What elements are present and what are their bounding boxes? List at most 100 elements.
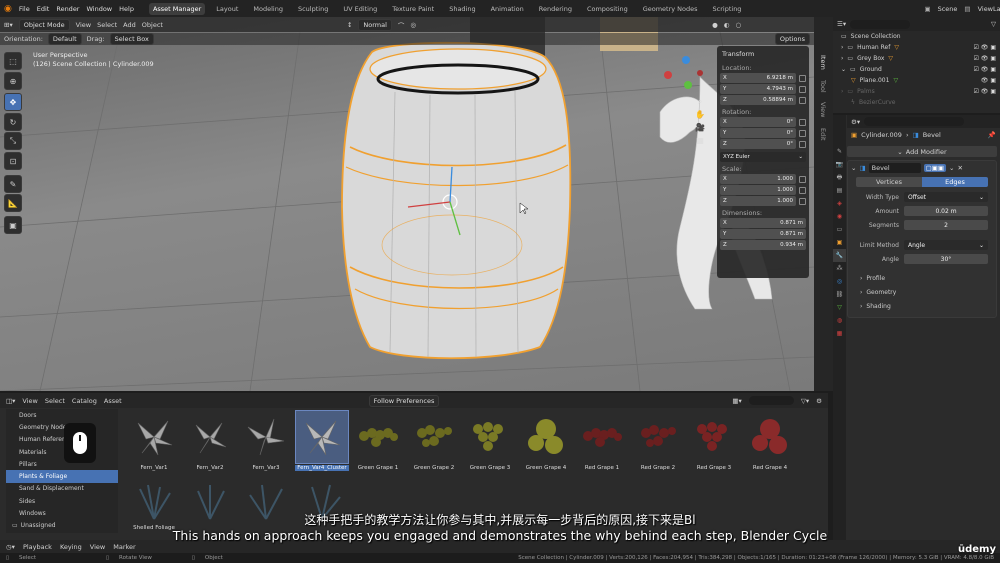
material-tab-icon[interactable]: ◍ [833,314,846,327]
asset-search-input[interactable] [748,396,794,405]
close-icon[interactable]: ✕ [958,164,963,172]
workspace-tab-layout[interactable]: Layout [212,3,242,15]
import-mode-dropdown[interactable]: Follow Preferences [368,394,440,407]
outliner-row-scene-collection[interactable]: ▭ Scene Collection [833,31,1000,42]
location-y-field[interactable]: Y 4.7943 m [720,84,796,94]
proportional-edit-icon[interactable]: ◎ [410,21,416,29]
tool-tab-icon[interactable]: ✎ [833,145,846,158]
limit-method-dropdown[interactable]: Angle ⌄ [904,240,988,250]
asset-red-grape-1[interactable]: Red Grape 1 [575,410,629,476]
select-tool-icon[interactable]: ⬚ [4,52,22,70]
shading-section[interactable]: › Shading [848,299,996,313]
view-layer-tab-icon[interactable]: ▤ [833,184,846,197]
properties-search-input[interactable] [864,117,965,126]
menu-help[interactable]: Help [119,5,134,13]
modifier-name-field[interactable]: Bevel [868,163,921,173]
location-x-field[interactable]: X 6.9218 m [720,73,796,83]
edit-mode-toggle-icon[interactable]: ▢▣▣ [923,164,947,172]
editor-type-icon[interactable]: ⊞▾ [4,21,13,29]
3d-viewport[interactable]: ⊞▾ Object Mode View Select Add Object ↕ … [0,17,814,391]
workspace-tab-asset-manager[interactable]: Asset Manager [148,2,206,15]
catalog-item-materials[interactable]: Materials [6,446,118,458]
scene-tab-icon[interactable]: ◈ [833,197,846,210]
ab-menu-asset[interactable]: Asset [104,397,122,405]
lock-icon[interactable] [799,118,806,126]
ortho-toggle-icon[interactable]: ▦ [694,134,706,147]
sidebar-tab-edit[interactable]: Edit [819,128,827,141]
workspace-tab-animation[interactable]: Animation [487,3,528,15]
catalog-item-pillars[interactable]: Pillars [6,458,118,470]
rotation-y-field[interactable]: Y 0° [720,128,796,138]
pin-icon[interactable]: 📌 [988,131,996,139]
render-tab-icon[interactable]: 📷 [833,158,846,171]
catalog-item-sides[interactable]: Sides [6,495,118,507]
properties-editor-icon[interactable]: ⚙▾ [851,118,860,126]
outliner-row-human-ref[interactable]: › ▭ Human Ref ▽ ☑ 👁 ▣ [833,42,1000,53]
collection-tab-icon[interactable]: ▭ [833,223,846,236]
ab-menu-catalog[interactable]: Catalog [72,397,97,405]
ab-menu-view[interactable]: View [22,397,37,405]
blender-logo-icon[interactable]: ◉ [4,4,12,14]
vp-menu-select[interactable]: Select [97,21,117,29]
catalog-item-sand-displacement[interactable]: Sand & Displacement [6,483,118,495]
drag-dropdown[interactable]: Select Box [109,33,154,45]
dimensions-z-field[interactable]: Z 0.934 m [720,240,806,250]
zoom-icon[interactable]: ⌕ [694,95,706,108]
asset-green-grape-2[interactable]: Green Grape 2 [407,410,461,476]
tab-vertices[interactable]: Vertices [856,177,922,187]
outliner-row-palms[interactable]: › ▭ Palms ☑ 👁 ▣ [833,86,1000,97]
asset-red-grape-2[interactable]: Red Grape 2 [631,410,685,476]
asset-green-grape-3[interactable]: Green Grape 3 [463,410,517,476]
outliner-search-input[interactable] [850,19,911,29]
timeline-editor-icon[interactable]: ◷▾ [6,543,15,551]
collapse-icon[interactable]: ⌄ [851,164,856,172]
lock-icon[interactable] [799,186,806,194]
scale-z-field[interactable]: Z 1.000 [720,196,796,206]
vp-menu-view[interactable]: View [76,21,91,29]
menu-window[interactable]: Window [86,5,112,13]
workspace-tab-texture-paint[interactable]: Texture Paint [388,3,438,15]
visibility-toggles[interactable]: 👁 ▣ [981,77,1000,84]
constraints-tab-icon[interactable]: ⛓ [833,288,846,301]
transform-tool-icon[interactable]: ⊡ [4,152,22,170]
scale-tool-icon[interactable]: ⤡ [4,132,22,150]
workspace-tab-compositing[interactable]: Compositing [583,3,632,15]
rotate-tool-icon[interactable]: ↻ [4,113,22,131]
snap-icon[interactable]: ⌒ [398,20,405,30]
annotate-tool-icon[interactable]: ✎ [4,175,22,193]
shading-solid-icon[interactable]: ● [712,21,718,29]
segments-field[interactable]: 2 [904,220,988,230]
filter-icon[interactable]: ▽ [991,20,996,28]
menu-edit[interactable]: Edit [37,5,50,13]
profile-section[interactable]: › Profile [848,271,996,285]
outliner-row-bezier-curve[interactable]: ϟ BezierCurve [833,97,1000,108]
workspace-tab-uv-editing[interactable]: UV Editing [339,3,381,15]
move-tool-icon[interactable]: ✥ [4,93,22,111]
sidebar-tab-item[interactable]: Item [819,55,827,70]
filter-icon[interactable]: ▽▾ [801,397,809,405]
workspace-tab-scripting[interactable]: Scripting [709,3,746,15]
catalog-item-plants-foliage[interactable]: Plants & Foliage [6,470,118,483]
modifier-tab-icon[interactable]: 🔧 [833,249,846,262]
lock-icon[interactable] [799,74,806,82]
menu-render[interactable]: Render [56,5,79,13]
asset-red-grape-3[interactable]: Red Grape 3 [687,410,741,476]
lock-icon[interactable] [799,175,806,183]
outliner-row-ground[interactable]: ⌄ ▭ Ground ☑ 👁 ▣ [833,64,1000,75]
transform-header[interactable]: Transform [720,48,806,61]
asset-editor-icon[interactable]: ◫▾ [6,397,15,405]
scale-y-field[interactable]: Y 1.000 [720,185,796,195]
visibility-toggles[interactable]: ☑ 👁 ▣ [974,55,1000,62]
world-tab-icon[interactable]: ◉ [833,210,846,223]
timeline-menu-view[interactable]: View [90,543,105,551]
outliner-row-grey-box[interactable]: › ▭ Grey Box ▽ ☑ 👁 ▣ [833,53,1000,64]
vp-menu-add[interactable]: Add [123,21,136,29]
display-mode-icon[interactable]: ▦▾ [732,397,741,405]
physics-tab-icon[interactable]: ◎ [833,275,846,288]
workspace-tab-sculpting[interactable]: Sculpting [294,3,332,15]
location-z-field[interactable]: Z 0.58894 m [720,95,796,105]
catalog-item-geometry-nodes[interactable]: Geometry Nodes [6,421,118,433]
add-modifier-button[interactable]: ⌄ Add Modifier [847,146,997,157]
expand-icon[interactable]: ⌄ [841,66,846,73]
camera-view-icon[interactable]: 🎥 [694,121,706,134]
